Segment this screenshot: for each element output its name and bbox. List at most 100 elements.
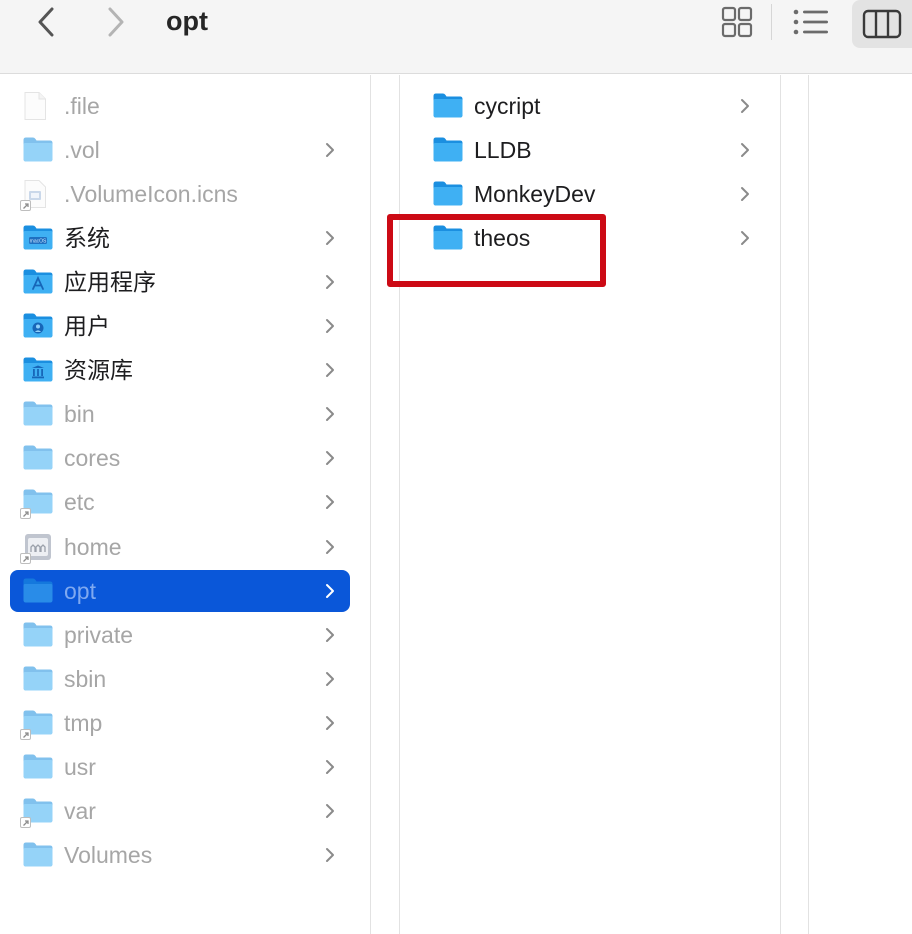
column1-item[interactable]: 应用程序 [10, 261, 350, 303]
forward-button[interactable] [96, 2, 136, 42]
list-view-icon [793, 9, 828, 35]
column-divider[interactable] [808, 75, 809, 934]
chevron-right-icon [324, 403, 336, 425]
chevron-right-icon [324, 139, 336, 161]
chevron-right-icon [324, 315, 336, 337]
folder-alias-icon [20, 708, 54, 740]
column1-item[interactable]: 资源库 [10, 349, 350, 391]
column1-item[interactable]: cores [10, 437, 350, 479]
column1-item-label: home [64, 533, 122, 560]
folder-icon [432, 135, 464, 165]
folder-icon [22, 576, 54, 606]
root-column: .file .vol .VolumeIcon.icns macOS 系统 应用程序… [0, 75, 370, 934]
list-view-button[interactable] [788, 0, 834, 44]
column1-item-label: bin [64, 401, 95, 428]
window-title: opt [166, 6, 208, 36]
chevron-right-icon [324, 227, 336, 249]
chevron-right-icon [324, 668, 336, 690]
svg-text:macOS: macOS [30, 239, 47, 245]
column1-item[interactable]: bin [10, 393, 350, 435]
finder-toolbar: opt [0, 0, 912, 74]
network-home-icon [20, 532, 54, 564]
column2-item[interactable]: LLDB [420, 129, 765, 171]
icns-file-icon [20, 179, 54, 212]
column1-item[interactable]: usr [10, 746, 350, 788]
chevron-right-icon [324, 580, 336, 602]
applications-folder-icon [22, 267, 54, 297]
folder-icon [22, 135, 54, 165]
column1-item-label: sbin [64, 665, 107, 692]
chevron-right-icon [324, 271, 336, 293]
column-divider[interactable] [370, 75, 371, 934]
chevron-right-icon [739, 183, 751, 205]
folder-icon [432, 179, 464, 209]
column1-item[interactable]: macOS 系统 [10, 217, 350, 259]
folder-alias-icon [20, 796, 54, 828]
column1-item-label: etc [64, 489, 95, 516]
chevron-right-icon [324, 491, 336, 513]
column2-item[interactable]: cycript [420, 85, 765, 127]
column1-item-label: .file [64, 93, 100, 119]
toolbar-separator [771, 4, 772, 40]
column1-item[interactable]: home [10, 526, 350, 568]
column1-item-label: 资源库 [64, 357, 133, 384]
chevron-right-icon [324, 536, 336, 558]
chevron-right-icon [108, 7, 124, 37]
column1-item-label: .VolumeIcon.icns [64, 181, 238, 208]
column1-item[interactable]: etc [10, 481, 350, 523]
macos-folder-icon: macOS [22, 223, 54, 253]
column-view-icon [862, 9, 902, 39]
chevron-right-icon [739, 227, 751, 249]
column1-item[interactable]: .file [10, 85, 350, 127]
icon-view-button[interactable] [716, 0, 758, 44]
column1-item-label: 应用程序 [64, 269, 156, 296]
document-icon [22, 91, 54, 121]
column1-item[interactable]: sbin [10, 658, 350, 700]
column1-item-label: private [64, 621, 134, 648]
column2-item-label: LLDB [474, 137, 532, 163]
column1-item-label: tmp [64, 709, 103, 736]
opt-column: cycript LLDB MonkeyDev theos [400, 75, 780, 934]
column1-item-label: var [64, 797, 96, 824]
column2-item-label: MonkeyDev [474, 181, 596, 207]
column1-item[interactable]: opt [10, 569, 350, 612]
column1-item[interactable]: .VolumeIcon.icns [10, 173, 350, 215]
chevron-right-icon [324, 359, 336, 381]
column-divider[interactable] [780, 75, 781, 934]
folder-icon [432, 91, 464, 121]
column1-item-label: Volumes [64, 841, 153, 868]
column1-item[interactable]: var [10, 790, 350, 832]
column1-item[interactable]: private [10, 614, 350, 656]
column1-item[interactable]: 用户 [10, 305, 350, 347]
annotation-highlight-box [387, 214, 606, 287]
column1-item-label: cores [64, 445, 121, 472]
column-view-button[interactable] [852, 0, 912, 48]
folder-alias-icon [20, 487, 54, 520]
chevron-right-icon [324, 844, 336, 866]
folder-icon [22, 752, 54, 782]
column2-item[interactable]: MonkeyDev [420, 173, 765, 215]
icon-view-icon [721, 6, 753, 38]
chevron-right-icon [324, 624, 336, 646]
column1-item-label: 系统 [64, 225, 110, 252]
folder-icon [22, 443, 54, 473]
users-folder-icon [22, 311, 54, 341]
column2-item-label: cycript [474, 93, 541, 119]
chevron-right-icon [324, 447, 336, 469]
folder-icon [22, 620, 54, 650]
chevron-right-icon [324, 800, 336, 822]
folder-icon [22, 840, 54, 870]
column1-item-label: 用户 [64, 313, 110, 340]
chevron-right-icon [324, 756, 336, 778]
back-button[interactable] [26, 2, 66, 42]
column1-item[interactable]: Volumes [10, 834, 350, 876]
chevron-right-icon [739, 95, 751, 117]
folder-icon [22, 664, 54, 694]
chevron-left-icon [38, 7, 54, 37]
column1-item[interactable]: tmp [10, 702, 350, 744]
chevron-right-icon [324, 712, 336, 734]
chevron-right-icon [739, 139, 751, 161]
column1-item[interactable]: .vol [10, 129, 350, 171]
column1-item-label: usr [64, 753, 96, 780]
library-folder-icon [22, 355, 54, 385]
